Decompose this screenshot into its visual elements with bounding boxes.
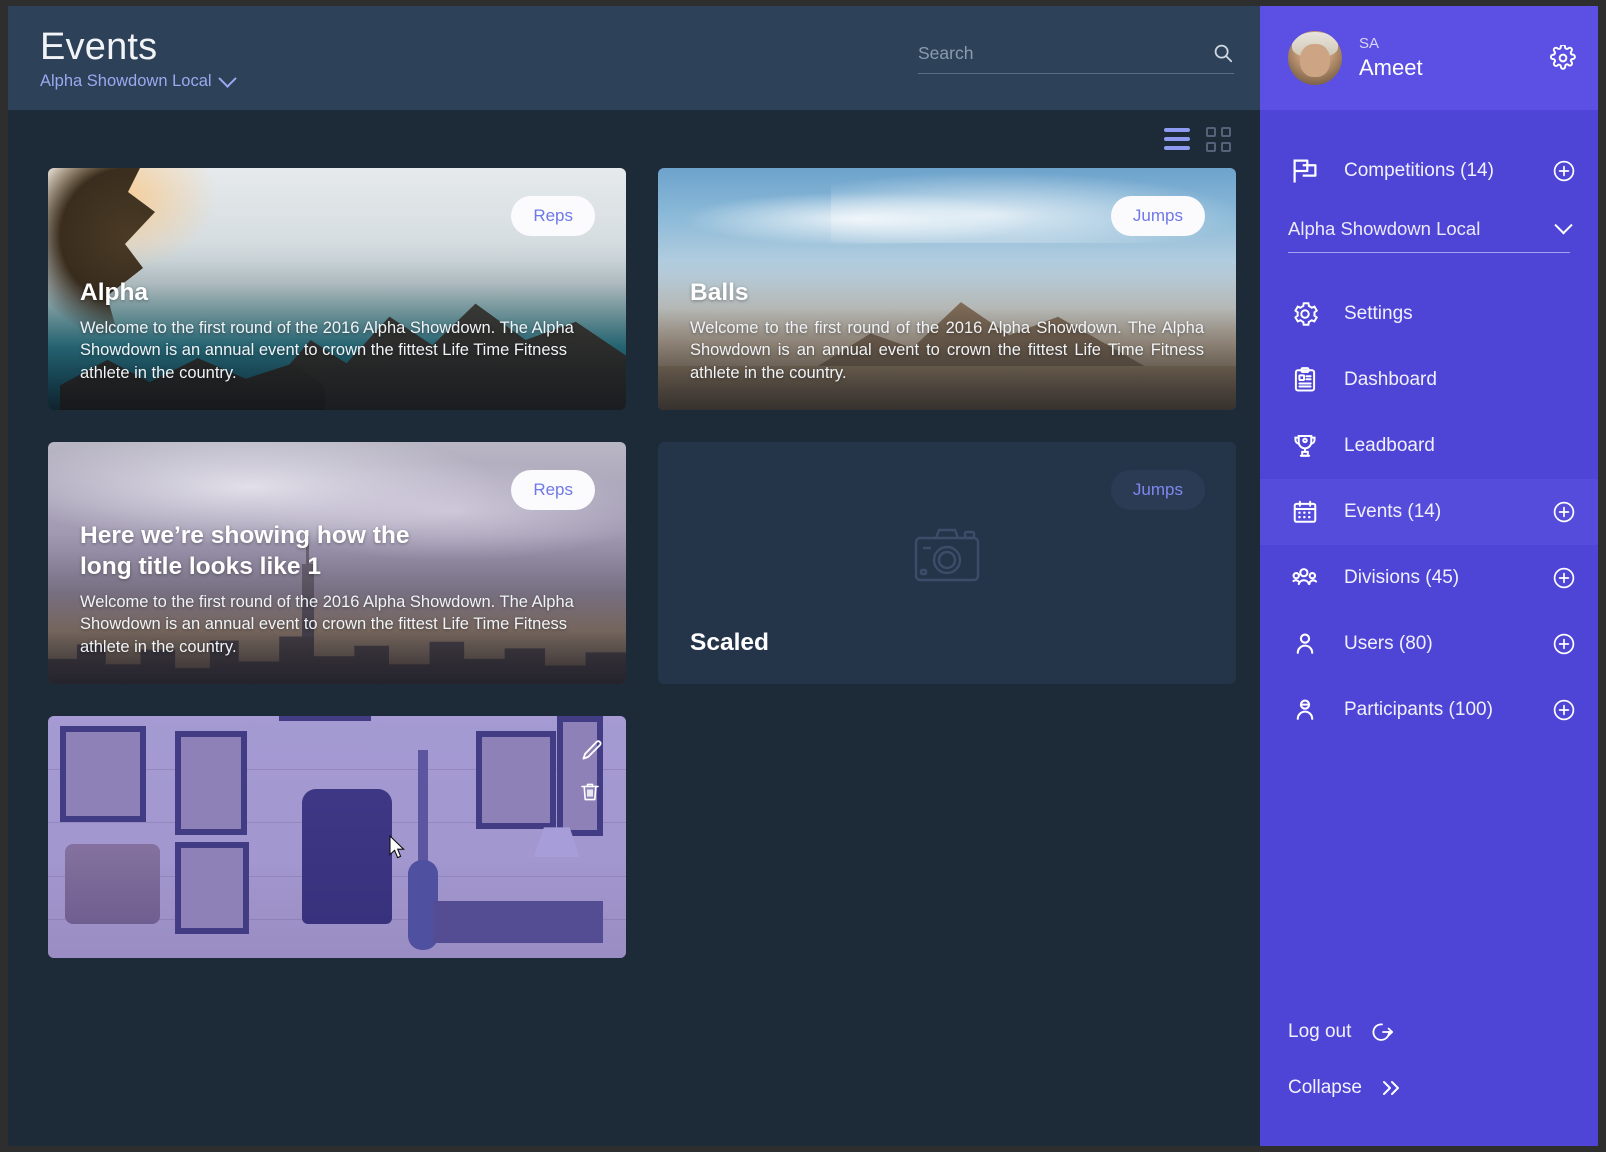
card-category-pill[interactable]: Reps: [511, 196, 595, 236]
event-card[interactable]: Jumps Scaled: [658, 442, 1236, 684]
trophy-icon: [1288, 432, 1322, 460]
sidebar-item-settings[interactable]: Settings: [1260, 281, 1598, 347]
sidebar-item-label: Events (14): [1344, 501, 1441, 523]
sidebar-user-header[interactable]: SA Ameet: [1260, 6, 1598, 110]
pencil-icon[interactable]: [578, 738, 604, 764]
sidebar-item-label: Users (80): [1344, 633, 1433, 655]
view-toolbar: [8, 110, 1260, 168]
sidebar-item-label: Leadboard: [1344, 435, 1435, 457]
competition-switcher[interactable]: Alpha Showdown Local: [40, 72, 234, 90]
clipboard-icon: [1288, 366, 1322, 394]
card-category-pill[interactable]: Reps: [511, 470, 595, 510]
double-chevron-right-icon: [1380, 1078, 1402, 1098]
competition-select-value: Alpha Showdown Local: [1288, 218, 1480, 240]
user-name: Ameet: [1359, 56, 1423, 80]
user-initials: SA: [1359, 36, 1423, 53]
card-category-pill[interactable]: Jumps: [1111, 470, 1205, 510]
competition-select[interactable]: Alpha Showdown Local: [1288, 218, 1570, 253]
sidebar-item-label: Participants (100): [1344, 699, 1493, 721]
logout-label: Log out: [1288, 1021, 1351, 1043]
app-window: Events Alpha Showdown Local: [8, 6, 1598, 1146]
card-title: Alpha: [80, 277, 594, 308]
card-hover-overlay: [48, 716, 626, 958]
event-card[interactable]: Jumps Balls Welcome to the first round o…: [658, 168, 1236, 410]
sidebar-item-dashboard[interactable]: Dashboard: [1260, 347, 1598, 413]
sidebar-item-events[interactable]: Events (14): [1260, 479, 1598, 545]
calendar-icon: [1288, 498, 1322, 526]
top-bar: Events Alpha Showdown Local: [8, 6, 1260, 110]
event-card[interactable]: Reps Alpha Welcome to the first round of…: [48, 168, 626, 410]
collapse-label: Collapse: [1288, 1077, 1362, 1099]
card-body: Balls Welcome to the first round of the …: [690, 277, 1204, 385]
avatar[interactable]: [1288, 31, 1342, 85]
card-description: Welcome to the first round of the 2016 A…: [690, 317, 1204, 385]
sidebar-item-participants[interactable]: Participants (100): [1260, 677, 1598, 743]
sidebar-nav: Competitions (14) Alpha Showdown Local: [1260, 110, 1598, 743]
sidebar-item-label: Dashboard: [1344, 369, 1437, 391]
card-title: Scaled: [690, 627, 1204, 658]
plus-circle-icon[interactable]: [1552, 500, 1576, 524]
plus-circle-icon[interactable]: [1552, 632, 1576, 656]
sidebar: SA Ameet Competitions (14: [1260, 6, 1598, 1146]
sidebar-footer: Log out Collapse: [1260, 1004, 1598, 1146]
participant-icon: [1288, 696, 1322, 724]
sidebar-item-label: Settings: [1344, 303, 1413, 325]
trash-icon[interactable]: [578, 780, 604, 806]
event-card-grid: Reps Alpha Welcome to the first round of…: [8, 168, 1260, 958]
sidebar-item-label: Divisions (45): [1344, 567, 1459, 589]
user-info: SA Ameet: [1359, 36, 1423, 81]
gear-icon: [1288, 300, 1322, 328]
list-view-icon[interactable]: [1164, 128, 1190, 150]
collapse-button[interactable]: Collapse: [1288, 1060, 1570, 1116]
chevron-down-icon: [218, 69, 236, 87]
plus-circle-icon[interactable]: [1552, 159, 1576, 183]
card-body: Here we’re showing how the long title lo…: [80, 520, 594, 659]
logout-button[interactable]: Log out: [1288, 1004, 1570, 1060]
title-block: Events Alpha Showdown Local: [40, 26, 234, 90]
sidebar-item-label: Competitions (14): [1344, 160, 1494, 182]
card-description: Welcome to the first round of the 2016 A…: [80, 317, 594, 385]
mouse-cursor: [389, 835, 406, 860]
logout-icon: [1369, 1021, 1395, 1043]
grid-view-icon[interactable]: [1206, 127, 1231, 152]
sidebar-item-users[interactable]: Users (80): [1260, 611, 1598, 677]
event-card[interactable]: Reps Here we’re showing how the long tit…: [48, 442, 626, 684]
card-title: Balls: [690, 277, 1204, 308]
sidebar-item-leadboard[interactable]: Leadboard: [1260, 413, 1598, 479]
page-title: Events: [40, 26, 234, 68]
card-title: Here we’re showing how the long title lo…: [80, 520, 440, 582]
flag-icon: [1288, 156, 1322, 186]
search-icon[interactable]: [1212, 42, 1234, 64]
camera-icon: [658, 526, 1236, 582]
card-description: Welcome to the first round of the 2016 A…: [80, 591, 594, 659]
card-body: Alpha Welcome to the first round of the …: [80, 277, 594, 385]
card-actions: [578, 738, 604, 806]
user-icon: [1288, 630, 1322, 658]
group-icon: [1288, 563, 1322, 593]
chevron-down-icon: [1554, 216, 1572, 234]
plus-circle-icon[interactable]: [1552, 566, 1576, 590]
event-card[interactable]: [48, 716, 626, 958]
search-box[interactable]: [918, 42, 1234, 74]
gear-icon[interactable]: [1550, 45, 1576, 71]
card-category-pill[interactable]: Jumps: [1111, 196, 1205, 236]
plus-circle-icon[interactable]: [1552, 698, 1576, 722]
sidebar-item-divisions[interactable]: Divisions (45): [1260, 545, 1598, 611]
card-body: Scaled: [690, 627, 1204, 658]
search-input[interactable]: [918, 43, 1212, 64]
main-content: Events Alpha Showdown Local: [8, 6, 1260, 1146]
competition-name: Alpha Showdown Local: [40, 72, 212, 90]
spacer: [1260, 263, 1598, 281]
sidebar-item-competitions[interactable]: Competitions (14): [1260, 138, 1598, 204]
